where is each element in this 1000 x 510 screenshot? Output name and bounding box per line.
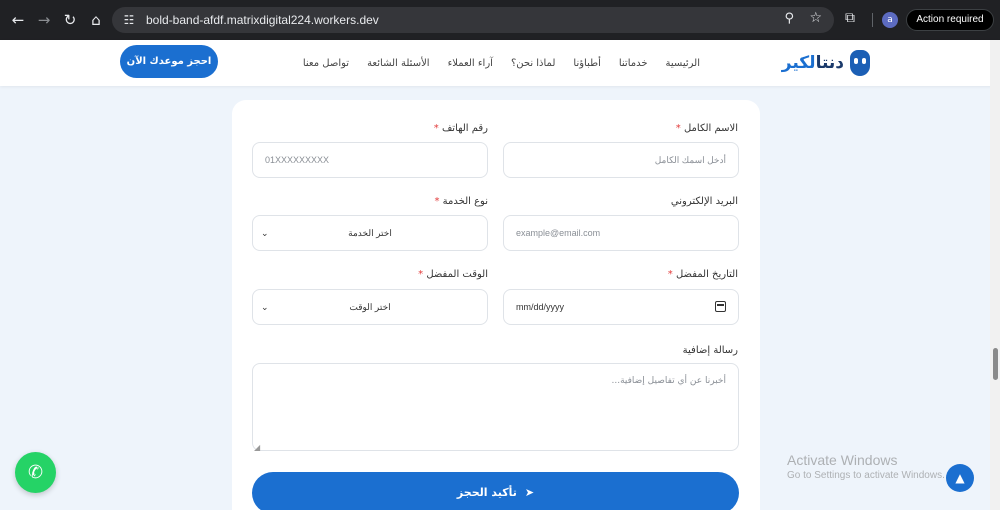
time-select[interactable]: اختر الوقت ⌄ (252, 289, 488, 325)
phone-label: رقم الهاتف * (433, 123, 488, 134)
resize-handle-icon[interactable]: ◢ (254, 443, 260, 452)
arrow-up-icon: ▲ (955, 471, 965, 485)
nav-contact[interactable]: تواصل معنا (303, 58, 349, 69)
zoom-icon[interactable]: ⚲ (784, 11, 794, 26)
action-required-button[interactable]: Action required (906, 9, 994, 31)
date-input[interactable]: mm/dd/yyyy (503, 289, 739, 325)
nav-testimonials[interactable]: آراء العملاء (448, 58, 493, 69)
forward-icon[interactable]: → (34, 10, 54, 30)
url-text[interactable]: bold-band-afdf.matrixdigital224.workers.… (146, 7, 379, 33)
chevron-down-icon: ⌄ (261, 302, 269, 312)
date-input-value: mm/dd/yyyy (516, 302, 565, 312)
nav-doctors[interactable]: أطباؤنا (573, 58, 600, 69)
calendar-icon[interactable] (715, 301, 726, 312)
browser-toolbar: ← → ↻ ⌂ ☷ bold-band-afdf.matrixdigital22… (0, 0, 1000, 40)
nav-services[interactable]: خدماتنا (619, 58, 648, 69)
windows-activation-watermark: Activate Windows Go to Settings to activ… (787, 452, 945, 481)
back-icon[interactable]: ← (8, 10, 28, 30)
nav-why-us[interactable]: لماذا نحن؟ (511, 58, 555, 69)
confirm-booking-button[interactable]: ➤ تأكيد الحجز (252, 472, 739, 510)
email-label: البريد الإلكتروني (670, 196, 738, 207)
windows-activation-title: Activate Windows (787, 452, 898, 468)
scroll-to-top-button[interactable]: ▲ (946, 464, 974, 492)
message-label: رسالة إضافية (682, 345, 738, 356)
email-input[interactable]: example@email.com (503, 215, 739, 251)
time-label: الوقت المفضل * (418, 269, 488, 280)
site-settings-icon[interactable]: ☷ (120, 11, 138, 29)
full-name-input[interactable]: أدخل اسمك الكامل (503, 142, 739, 178)
service-select-value: اختر الخدمة (348, 228, 392, 238)
home-icon[interactable]: ⌂ (86, 10, 106, 30)
whatsapp-button[interactable]: ✆ (15, 452, 56, 493)
service-label: نوع الخدمة * (434, 196, 488, 207)
extensions-icon[interactable]: ⧉ (845, 10, 855, 26)
full-name-label: الاسم الكامل * (675, 123, 738, 134)
page-scrollbar[interactable] (990, 40, 1000, 510)
windows-activation-subtitle: Go to Settings to activate Windows. (787, 470, 945, 481)
chevron-down-icon: ⌄ (261, 228, 269, 238)
message-textarea[interactable]: أخبرنا عن أي تفاصيل إضافية... (252, 363, 739, 451)
date-label: التاريخ المفضل * (667, 269, 738, 280)
reload-icon[interactable]: ↻ (60, 10, 80, 30)
site-logo[interactable]: دنتالكير (782, 48, 870, 78)
confirm-booking-label: تأكيد الحجز (456, 486, 517, 499)
phone-input[interactable]: 01XXXXXXXXX (252, 142, 488, 178)
whatsapp-icon: ✆ (27, 462, 44, 483)
nav-home[interactable]: الرئيسية (666, 58, 700, 69)
logo-text: دنتالكير (781, 53, 844, 73)
nav-faq[interactable]: الأسئلة الشائعة (367, 58, 430, 69)
profile-avatar[interactable]: a (882, 12, 898, 28)
time-select-value: اختر الوقت (349, 302, 391, 312)
address-bar[interactable]: ☷ bold-band-afdf.matrixdigital224.worker… (112, 7, 834, 33)
service-select[interactable]: اختر الخدمة ⌄ (252, 215, 488, 251)
tooth-logo-icon (850, 50, 870, 76)
send-icon: ➤ (524, 486, 535, 499)
main-nav: الرئيسية خدماتنا أطباؤنا لماذا نحن؟ آراء… (303, 40, 700, 86)
scrollbar-thumb[interactable] (993, 348, 998, 380)
toolbar-divider (872, 13, 873, 27)
book-now-button[interactable]: احجز موعدك الآن (120, 45, 218, 78)
bookmark-star-icon[interactable]: ☆ (809, 10, 822, 26)
